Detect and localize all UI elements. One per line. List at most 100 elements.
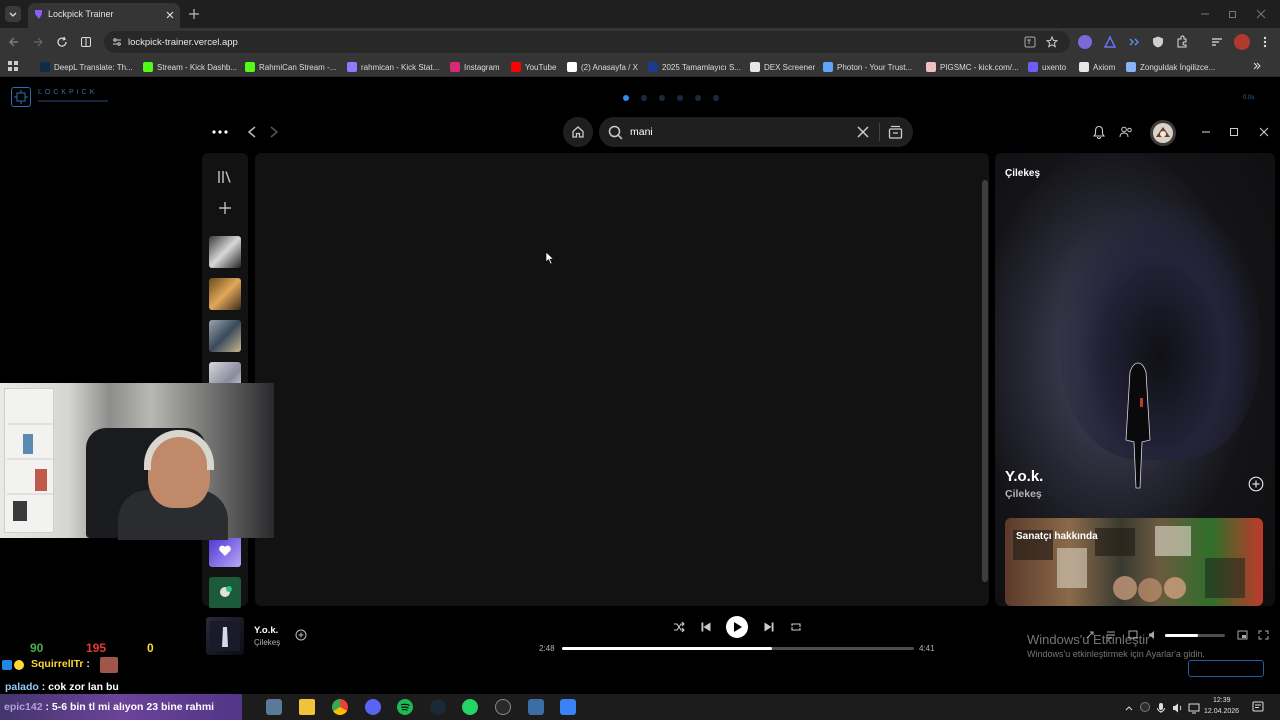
window-minimize-icon[interactable] [1200, 9, 1210, 19]
apps-grid-icon[interactable] [8, 61, 18, 71]
shield-icon[interactable] [1151, 35, 1165, 49]
bookmark-item[interactable]: DEX Screener [750, 62, 815, 72]
bookmark-item[interactable]: (2) Anasayfa / X [567, 62, 638, 72]
volume-icon[interactable] [1148, 630, 1158, 640]
extension-wave-icon[interactable] [1127, 35, 1141, 49]
previous-track-icon[interactable] [700, 621, 712, 633]
more-bookmarks-icon[interactable] [1252, 61, 1262, 71]
panel-track-artist[interactable]: Çilekeş [1005, 488, 1042, 500]
search-input[interactable]: mani [630, 126, 653, 138]
chrome-icon[interactable] [332, 699, 348, 715]
tray-chevron-up-icon[interactable] [1124, 703, 1134, 713]
bookmark-item[interactable]: Axiom [1079, 62, 1115, 72]
bookmark-item[interactable]: Photon - Your Trust... [823, 62, 912, 72]
translate-icon[interactable] [1024, 36, 1036, 48]
forward-icon[interactable] [32, 36, 44, 48]
reload-icon[interactable] [56, 36, 68, 48]
taskbar-app-icon[interactable] [266, 699, 282, 715]
notification-center-icon[interactable] [1252, 701, 1264, 713]
panel-track-title[interactable]: Y.o.k. [1005, 468, 1043, 485]
home-button[interactable] [563, 117, 593, 147]
clear-search-icon[interactable] [856, 125, 870, 139]
total-duration: 4:41 [919, 644, 935, 653]
notifications-bell-icon[interactable] [1093, 125, 1105, 139]
volume-slider[interactable] [1165, 634, 1225, 637]
library-item-cover[interactable] [209, 577, 241, 609]
tab-search-icon[interactable] [1210, 35, 1224, 49]
shuffle-icon[interactable] [673, 621, 685, 633]
nav-back-icon[interactable] [246, 125, 258, 139]
new-tab-icon[interactable] [188, 8, 200, 20]
bookmark-item[interactable]: RahmiCan Stream -... [245, 62, 336, 72]
obs-icon[interactable] [495, 699, 511, 715]
taskbar-app-icon[interactable] [560, 699, 576, 715]
site-info-icon[interactable] [112, 37, 122, 47]
tab-lockpick-trainer[interactable]: Lockpick Trainer [28, 3, 180, 28]
taskbar-app-icon[interactable] [528, 699, 544, 715]
now-playing-cover[interactable] [206, 617, 244, 655]
bookmark-star-icon[interactable] [1046, 36, 1058, 48]
more-menu-icon[interactable] [1260, 35, 1270, 49]
extension-triangle-icon[interactable] [1103, 35, 1117, 49]
clock-date[interactable]: 12.04.2026 [1204, 708, 1239, 715]
profile-avatar[interactable] [1234, 34, 1250, 50]
network-icon[interactable] [1188, 702, 1200, 714]
close-tab-icon[interactable] [165, 10, 175, 20]
play-button[interactable] [726, 616, 748, 638]
about-artist-label: Sanatçı hakkında [1016, 531, 1098, 542]
extension-icon[interactable] [1078, 35, 1092, 49]
library-item-cover[interactable] [209, 278, 241, 310]
whatsapp-icon[interactable] [462, 699, 478, 715]
tray-volume-icon[interactable] [1172, 702, 1184, 714]
repeat-icon[interactable] [790, 621, 802, 633]
miniplayer-icon[interactable] [1237, 630, 1248, 640]
playback-progress-bar[interactable] [562, 647, 914, 650]
app-maximize-icon[interactable] [1229, 127, 1239, 137]
create-playlist-icon[interactable] [218, 201, 232, 215]
back-icon[interactable] [8, 36, 20, 48]
windows-activation-subtitle: Windows'u etkinleştirmek için Ayarlar'a … [1027, 649, 1205, 659]
browse-icon[interactable] [888, 125, 903, 139]
tab-list-button[interactable] [5, 6, 21, 22]
microphone-icon[interactable] [1156, 702, 1166, 714]
friend-activity-icon[interactable] [1119, 125, 1133, 139]
player-track-title[interactable]: Y.o.k. [254, 625, 278, 636]
bookmark-item[interactable]: Instagram [450, 62, 500, 72]
extensions-puzzle-icon[interactable] [1175, 35, 1189, 49]
steam-icon[interactable] [430, 699, 446, 715]
bookmark-item[interactable]: rahmican - Kick Stat... [347, 62, 439, 72]
bookmark-item[interactable]: uxento [1028, 62, 1066, 72]
about-artist-card[interactable]: Sanatçı hakkında [1005, 518, 1263, 606]
discord-icon[interactable] [365, 699, 381, 715]
bookmark-item[interactable]: Zonguldak İngilizce... [1126, 62, 1215, 72]
user-avatar[interactable] [1150, 120, 1176, 146]
app-minimize-icon[interactable] [1201, 127, 1211, 137]
spotify-icon[interactable] [397, 699, 413, 715]
file-explorer-icon[interactable] [299, 699, 315, 715]
split-view-icon[interactable] [80, 36, 92, 48]
add-to-library-icon[interactable] [295, 629, 307, 641]
menu-dots-icon[interactable] [212, 126, 228, 138]
library-icon[interactable] [217, 169, 233, 185]
address-bar[interactable]: lockpick-trainer.vercel.app [104, 31, 1070, 53]
clock-time[interactable]: 12:39 [1213, 697, 1231, 704]
add-to-playlist-icon[interactable] [1248, 476, 1264, 492]
window-close-icon[interactable] [1256, 9, 1266, 19]
search-bar[interactable]: mani [599, 117, 913, 147]
player-track-artist[interactable]: Çilekeş [254, 638, 280, 647]
bookmark-item[interactable]: 2025 Tamamlayıcı S... [648, 62, 741, 72]
nav-forward-icon[interactable] [268, 125, 280, 139]
library-item-cover[interactable] [209, 236, 241, 268]
tray-app-icon[interactable] [1140, 702, 1150, 712]
window-restore-icon[interactable] [1228, 9, 1238, 19]
library-item-cover[interactable] [209, 320, 241, 352]
main-scrollbar[interactable] [982, 180, 988, 582]
bookmark-item[interactable]: PIGSMC - kick.com/... [926, 62, 1019, 72]
bookmark-item[interactable]: DeepL Translate: Th... [40, 62, 133, 72]
fullscreen-icon[interactable] [1258, 630, 1269, 640]
bookmark-item[interactable]: Stream - Kick Dashb... [143, 62, 237, 72]
bookmark-item[interactable]: YouTube [511, 62, 556, 72]
next-track-icon[interactable] [763, 621, 775, 633]
app-close-icon[interactable] [1259, 127, 1269, 137]
lockpick-action-button[interactable] [1188, 660, 1264, 677]
